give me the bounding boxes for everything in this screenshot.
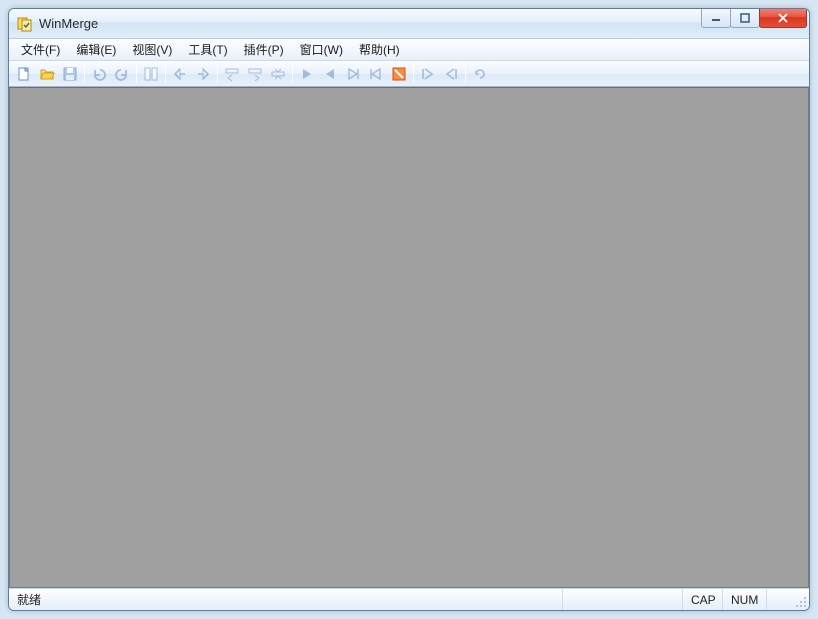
toolbar-separator: [292, 65, 293, 83]
first-diff-button[interactable]: [417, 63, 439, 85]
app-icon: [17, 16, 33, 32]
menu-edit[interactable]: 编辑(E): [68, 39, 124, 60]
titlebar[interactable]: WinMerge: [9, 9, 809, 39]
new-file-button[interactable]: [13, 63, 35, 85]
redo-button[interactable]: [111, 63, 133, 85]
last-diff-button[interactable]: [440, 63, 462, 85]
window-controls: [702, 9, 807, 38]
status-pane-2: [767, 589, 791, 610]
toolbar-separator: [217, 65, 218, 83]
merge-left-all-button[interactable]: [169, 63, 191, 85]
menu-help[interactable]: 帮助(H): [351, 39, 408, 60]
toolbar-separator: [413, 65, 414, 83]
minimize-button[interactable]: [701, 8, 731, 28]
merge-row-button[interactable]: [267, 63, 289, 85]
open-folder-button[interactable]: [36, 63, 58, 85]
status-cap: CAP: [683, 589, 723, 610]
status-pane-1: [563, 589, 683, 610]
main-window: WinMerge 文件(F) 编辑(E) 视图(V) 工具(T) 插件(P) 窗…: [8, 8, 810, 611]
window-title: WinMerge: [39, 16, 702, 31]
undo-button[interactable]: [88, 63, 110, 85]
status-ready: 就绪: [9, 589, 563, 610]
toolbar-separator: [165, 65, 166, 83]
sidebyside-button[interactable]: [140, 63, 162, 85]
status-num: NUM: [723, 589, 767, 610]
next-conflict-button[interactable]: [342, 63, 364, 85]
close-button[interactable]: [759, 8, 807, 28]
merge-right-button[interactable]: [244, 63, 266, 85]
menu-window[interactable]: 窗口(W): [292, 39, 351, 60]
menu-view[interactable]: 视图(V): [124, 39, 180, 60]
menubar: 文件(F) 编辑(E) 视图(V) 工具(T) 插件(P) 窗口(W) 帮助(H…: [9, 39, 809, 61]
prev-diff-button[interactable]: [319, 63, 341, 85]
next-diff-button[interactable]: [296, 63, 318, 85]
menu-plugins[interactable]: 插件(P): [236, 39, 292, 60]
prev-conflict-button[interactable]: [365, 63, 387, 85]
merge-right-all-button[interactable]: [192, 63, 214, 85]
refresh-button[interactable]: [469, 63, 491, 85]
toolbar: [9, 61, 809, 87]
toolbar-separator: [84, 65, 85, 83]
statusbar: 就绪 CAP NUM: [9, 588, 809, 610]
menu-tools[interactable]: 工具(T): [180, 39, 235, 60]
toolbar-separator: [465, 65, 466, 83]
mdi-client-area: [9, 87, 809, 588]
current-diff-button[interactable]: [388, 63, 410, 85]
menu-file[interactable]: 文件(F): [13, 39, 68, 60]
resize-grip-icon[interactable]: [791, 589, 809, 610]
save-button[interactable]: [59, 63, 81, 85]
maximize-button[interactable]: [730, 8, 760, 28]
merge-left-button[interactable]: [221, 63, 243, 85]
toolbar-separator: [136, 65, 137, 83]
